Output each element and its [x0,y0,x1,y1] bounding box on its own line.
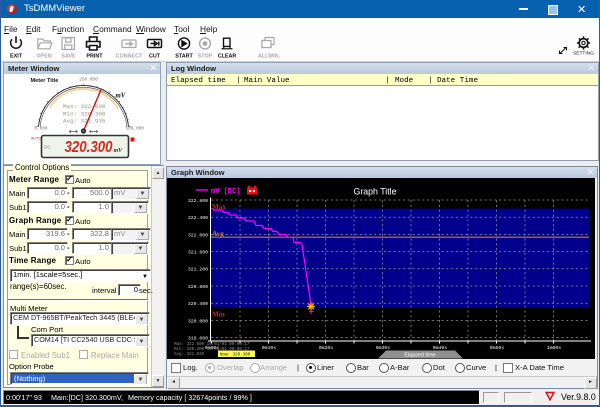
svg-text:Avg: 321.935: Avg: 321.935 [63,118,106,125]
svg-text:321.200: 321.200 [188,267,208,273]
svg-text:SETTING: SETTING [573,51,594,57]
svg-text:CUT: CUT [149,54,161,60]
svg-text:CONNECT: CONNECT [116,54,143,60]
svg-text:322.000: 322.000 [188,232,208,238]
svg-text:Meter Title: Meter Title [31,78,59,84]
svg-text:322.400: 322.400 [188,215,208,221]
svg-text:Max: Max [212,203,226,211]
svg-text:EXIT: EXIT [10,54,23,60]
svg-text:mV: mV [114,148,124,154]
svg-text:PRINT: PRINT [86,54,103,60]
svg-text:0m30s: 0m30s [376,345,391,351]
svg-text:1m00s: 1m00s [547,345,562,351]
svg-text:Now: 320.300: Now: 320.300 [220,354,251,358]
svg-text:CLEAR: CLEAR [218,54,237,60]
svg-text:START: START [175,54,193,60]
svg-text:Avg: Avg [212,230,224,238]
svg-text:250.000: 250.000 [79,78,98,83]
svg-text:0m50s: 0m50s [490,345,505,351]
svg-text:mV: mV [116,93,126,100]
svg-text:mV [DC]: mV [DC] [211,188,240,196]
svg-text:Min: Min [212,311,225,319]
svg-text:Graph Title: Graph Title [353,187,396,197]
svg-text:Max: 322.600: Max: 322.600 [63,103,106,110]
svg-text:0m10s: 0m10s [262,345,277,351]
svg-text:319.600: 319.600 [188,336,208,342]
svg-text:OPEN: OPEN [36,54,51,60]
svg-text:0m20s: 0m20s [319,345,334,351]
svg-text:320.000: 320.000 [188,318,208,324]
svg-text:0.000: 0.000 [34,127,48,132]
svg-text:Min: 320.300: Min: 320.300 [63,111,106,118]
svg-text:ALLWIN.: ALLWIN. [258,54,281,60]
svg-text:500.000: 500.000 [126,127,145,132]
svg-text:Elapsed time: Elapsed time [404,353,435,359]
svg-text:320.300: 320.300 [65,139,113,156]
svg-text:320.400: 320.400 [188,301,208,307]
svg-text:322.800: 322.800 [188,198,208,204]
svg-text:SAVE: SAVE [61,54,76,60]
svg-text:320.800: 320.800 [188,284,208,290]
svg-text:Max: 322.600 19/01/01 00:00:1: Max: 322.600 19/01/01 00:00:17 [174,342,250,347]
svg-text:0m40s: 0m40s [433,345,448,351]
svg-text:DC: DC [44,145,51,150]
svg-text:Avg: 321.935: Avg: 321.935 [174,353,205,357]
svg-text:STOP: STOP [198,54,213,60]
svg-text:AUTO: AUTO [31,137,41,141]
svg-text:321.600: 321.600 [188,250,208,256]
